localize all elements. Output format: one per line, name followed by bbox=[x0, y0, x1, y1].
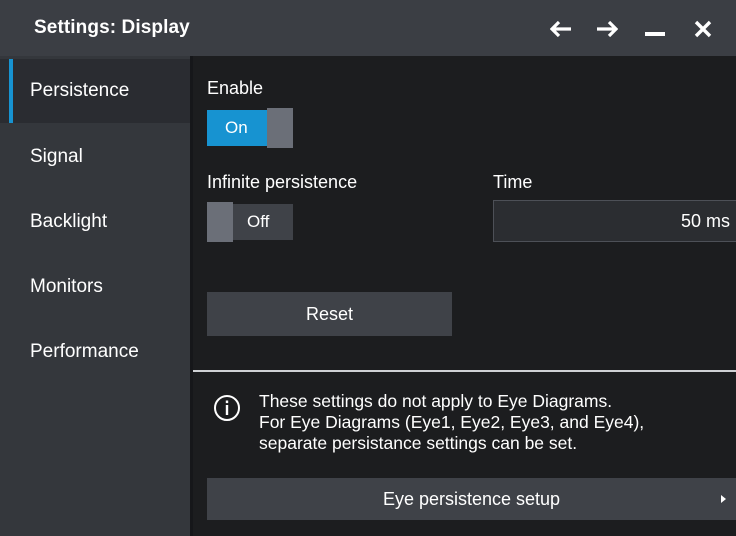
sidebar-item-label: Performance bbox=[30, 341, 139, 362]
section-divider bbox=[193, 370, 736, 372]
enable-toggle-state: On bbox=[207, 110, 267, 146]
eye-persistence-setup-label: Eye persistence setup bbox=[382, 488, 561, 509]
toggle-knob bbox=[267, 108, 293, 148]
submenu-arrow-icon bbox=[721, 495, 726, 503]
enable-toggle[interactable]: On bbox=[207, 108, 293, 148]
sidebar-item-label: Persistence bbox=[30, 80, 130, 101]
reset-button[interactable]: Reset bbox=[207, 292, 452, 336]
reset-button-label: Reset bbox=[305, 303, 354, 324]
sidebar-item-monitors[interactable]: Monitors bbox=[0, 255, 190, 319]
time-input[interactable]: 50 ms bbox=[493, 200, 736, 242]
info-circle-icon bbox=[213, 394, 241, 422]
infinite-persistence-toggle-state: Off bbox=[233, 204, 293, 240]
info-line: separate persistance settings can be set… bbox=[259, 433, 578, 453]
info-message: These settings do not apply to Eye Diagr… bbox=[259, 391, 729, 454]
sidebar-item-backlight[interactable]: Backlight bbox=[0, 190, 190, 254]
arrow-right-icon[interactable] bbox=[592, 14, 622, 44]
sidebar-item-label: Monitors bbox=[30, 276, 103, 297]
sidebar-item-performance[interactable]: Performance bbox=[0, 320, 190, 384]
sidebar-item-persistence[interactable]: Persistence bbox=[0, 59, 190, 123]
time-label: Time bbox=[493, 172, 533, 192]
enable-label: Enable bbox=[207, 78, 264, 98]
close-icon[interactable] bbox=[688, 14, 718, 44]
sidebar-item-signal[interactable]: Signal bbox=[0, 125, 190, 189]
infinite-persistence-toggle[interactable]: Off bbox=[207, 202, 293, 242]
persistence-panel: Enable On Infinite persistence Time Off … bbox=[193, 56, 736, 536]
toggle-knob bbox=[207, 202, 233, 242]
arrow-left-icon[interactable] bbox=[546, 14, 576, 44]
window-title: Settings: Display bbox=[34, 17, 190, 38]
sidebar-item-label: Signal bbox=[30, 146, 83, 167]
info-line: These settings do not apply to Eye Diagr… bbox=[259, 391, 613, 411]
info-line: For Eye Diagrams (Eye1, Eye2, Eye3, and … bbox=[259, 412, 645, 432]
infinite-persistence-label: Infinite persistence bbox=[207, 172, 358, 192]
sidebar: Persistence Signal Backlight Monitors Pe… bbox=[0, 56, 190, 536]
title-bar: Settings: Display bbox=[0, 0, 736, 56]
sidebar-item-label: Backlight bbox=[30, 211, 108, 232]
eye-persistence-setup-button[interactable]: Eye persistence setup bbox=[207, 478, 736, 520]
minimize-icon[interactable] bbox=[640, 14, 670, 44]
